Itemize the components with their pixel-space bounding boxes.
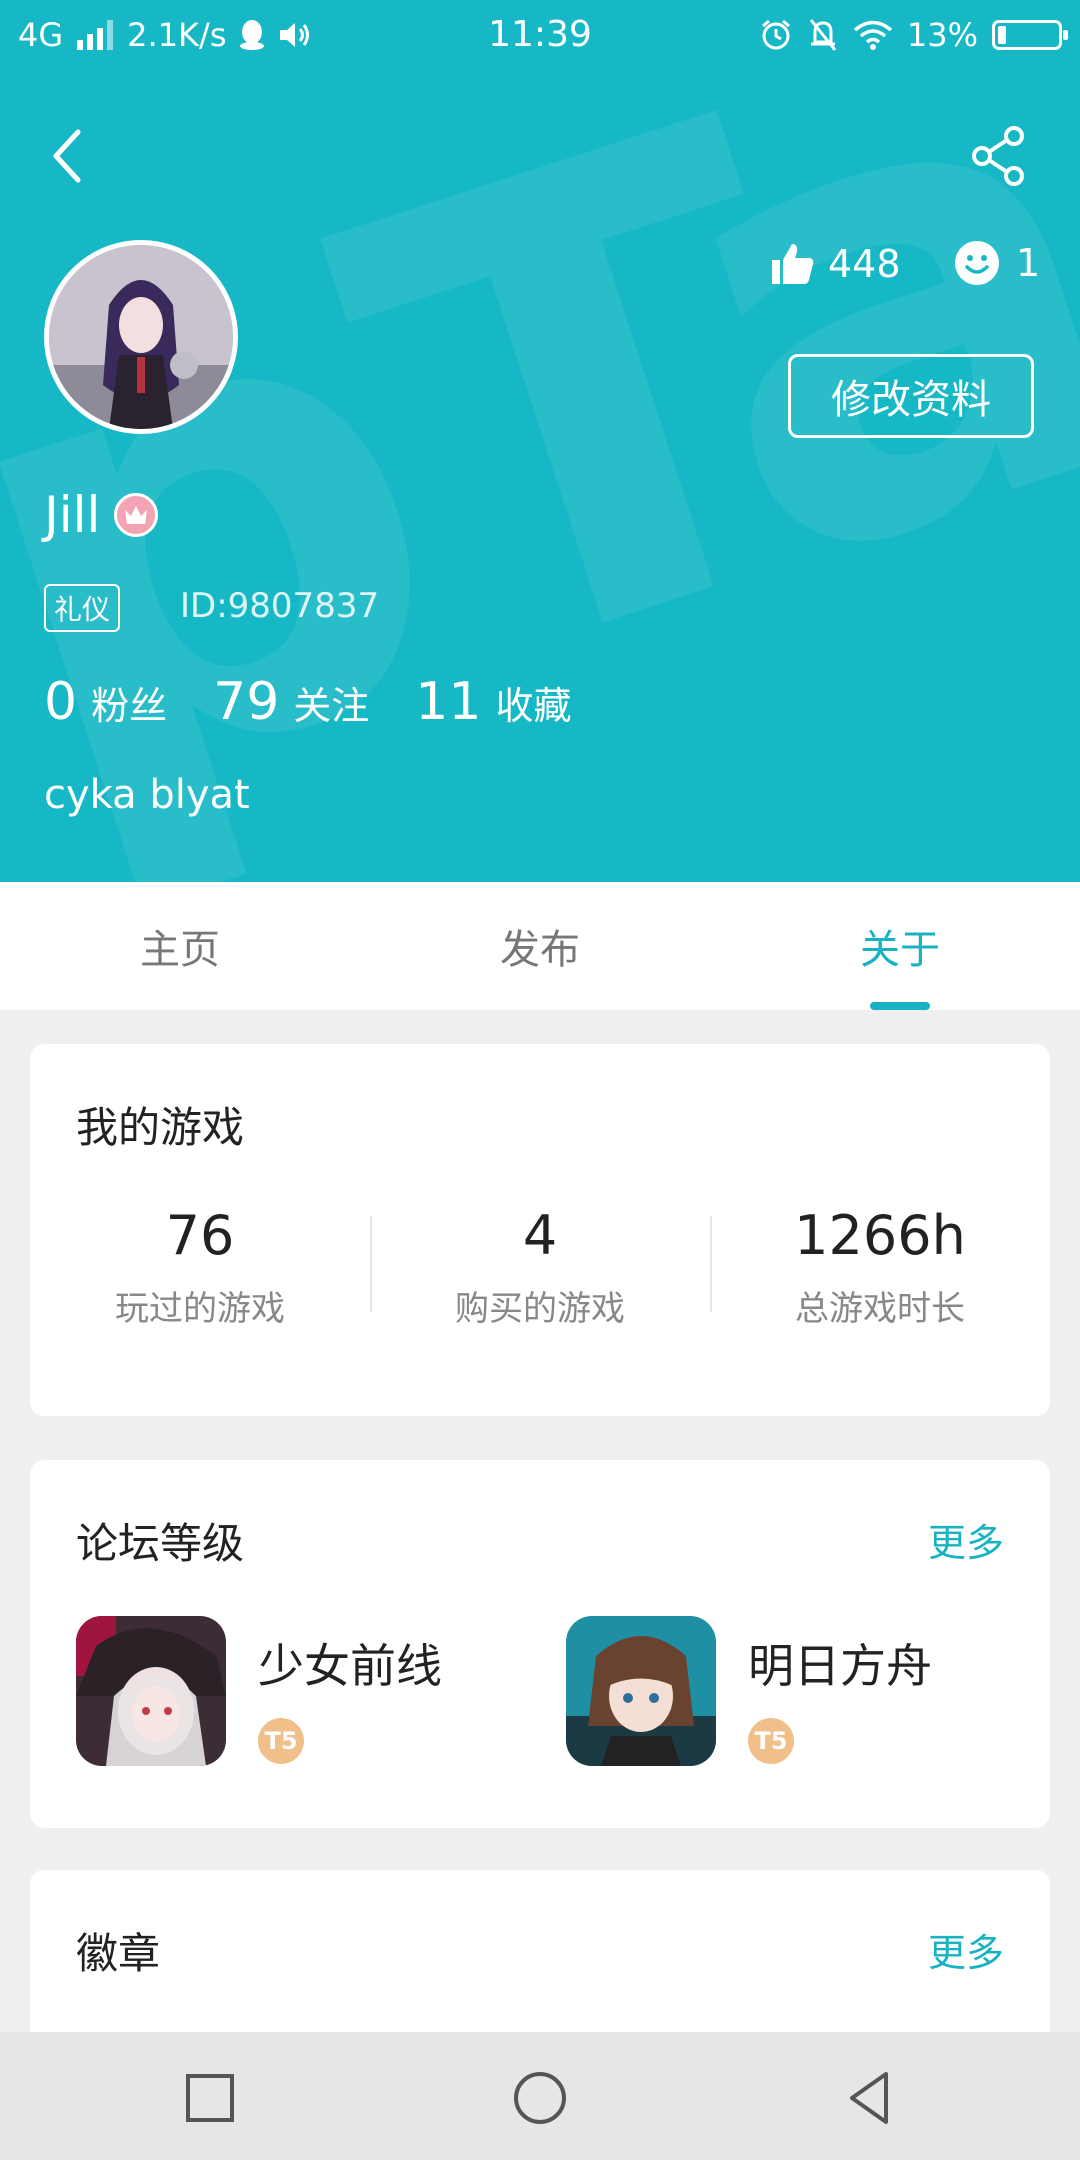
- username: Jill: [44, 486, 101, 544]
- forum-level-card: 论坛等级 更多 少女前线 T5 明日方舟 T5: [30, 1460, 1050, 1828]
- battery-level: [998, 26, 1006, 44]
- level-badge-icon: T5: [748, 1718, 794, 1764]
- header-watermark: pTa: [0, 0, 1080, 882]
- count-value: 0: [44, 672, 78, 732]
- playtime-stat[interactable]: 1266h 总游戏时长: [710, 1204, 1050, 1330]
- share-button[interactable]: [968, 124, 1032, 188]
- tab-about[interactable]: 关于: [720, 882, 1080, 1010]
- thumbs-up-icon: [772, 244, 814, 284]
- following-count[interactable]: 79 关注: [213, 672, 369, 732]
- stat-value: 76: [165, 1204, 235, 1267]
- stat-label: 玩过的游戏: [115, 1289, 285, 1329]
- alarm-icon: [761, 19, 790, 50]
- count-value: 11: [415, 672, 482, 732]
- stat-value: 4: [522, 1204, 558, 1267]
- followers-count[interactable]: 0 粉丝: [44, 672, 167, 732]
- smiles-stat: 1: [954, 240, 1040, 286]
- smiles-count: 1: [1016, 241, 1041, 285]
- back-nav-button[interactable]: [840, 2068, 900, 2128]
- forum-name: 明日方舟: [748, 1639, 932, 1693]
- user-bio: cyka blyat: [44, 772, 250, 818]
- girls-frontline-game-icon: [76, 1616, 226, 1766]
- game-stats: 76 玩过的游戏 4 购买的游戏 1266h 总游戏时长: [30, 1204, 1050, 1330]
- profile-header: pTa 4G 2.1K/s 11:39 13% 448 1 修改资料 Jill …: [0, 0, 1080, 882]
- user-id: ID:9807837: [180, 586, 380, 626]
- count-label: 收藏: [495, 684, 572, 728]
- profile-tabs: 主页 发布 关于: [0, 882, 1080, 1010]
- battery-icon: [992, 20, 1068, 50]
- badges-title: 徽章: [76, 1929, 161, 1978]
- mute-bell-icon: [809, 19, 837, 51]
- forum-item-girls-frontline[interactable]: 少女前线 T5: [76, 1616, 442, 1766]
- my-games-title: 我的游戏: [76, 1103, 245, 1152]
- wifi-icon: [853, 20, 892, 50]
- avatar[interactable]: [44, 240, 238, 434]
- purchased-games-stat[interactable]: 4 购买的游戏: [370, 1204, 710, 1330]
- stat-label: 购买的游戏: [455, 1289, 625, 1329]
- level-badge-text: T5: [264, 1727, 298, 1755]
- edit-profile-button[interactable]: 修改资料: [788, 354, 1034, 438]
- forum-more-link[interactable]: 更多: [928, 1512, 1004, 1567]
- status-right: 13%: [759, 16, 1068, 54]
- favorites-count[interactable]: 11 收藏: [415, 672, 571, 732]
- smile-icon: [955, 241, 999, 285]
- likes-count: 448: [828, 242, 901, 286]
- stat-label: 总游戏时长: [795, 1289, 965, 1329]
- tab-home[interactable]: 主页: [0, 882, 360, 1010]
- forum-name: 少女前线: [258, 1639, 442, 1693]
- forum-info: 明日方舟 T5: [748, 1616, 932, 1766]
- forum-level-title: 论坛等级: [76, 1519, 245, 1568]
- count-label: 关注: [293, 684, 370, 728]
- avatar-image: [49, 245, 233, 429]
- count-value: 79: [213, 672, 280, 732]
- my-games-card: 我的游戏 76 玩过的游戏 4 购买的游戏 1266h 总游戏时长: [30, 1044, 1050, 1416]
- recents-button[interactable]: [180, 2068, 240, 2128]
- follow-counts: 0 粉丝 79 关注 11 收藏: [44, 672, 571, 732]
- battery-percent: 13%: [906, 16, 978, 54]
- forum-info: 少女前线 T5: [258, 1616, 442, 1766]
- level-badge-icon: T5: [258, 1718, 304, 1764]
- status-bar: 4G 2.1K/s 11:39 13%: [0, 0, 1080, 72]
- count-label: 粉丝: [91, 684, 168, 728]
- arknights-game-icon: [566, 1616, 716, 1766]
- home-button[interactable]: [510, 2068, 570, 2128]
- badges-more-link[interactable]: 更多: [928, 1922, 1004, 1977]
- stat-value: 1266h: [794, 1204, 966, 1267]
- user-tag: 礼仪: [44, 584, 121, 632]
- tab-posts[interactable]: 发布: [360, 882, 720, 1010]
- username-row: Jill: [44, 486, 159, 544]
- likes-stat: 448: [768, 240, 901, 288]
- played-games-stat[interactable]: 76 玩过的游戏: [30, 1204, 370, 1330]
- crown-icon: [114, 493, 159, 537]
- level-badge-text: T5: [754, 1727, 788, 1755]
- back-button[interactable]: [44, 124, 92, 188]
- system-nav-bar: [0, 2032, 1080, 2160]
- forum-item-arknights[interactable]: 明日方舟 T5: [566, 1616, 932, 1766]
